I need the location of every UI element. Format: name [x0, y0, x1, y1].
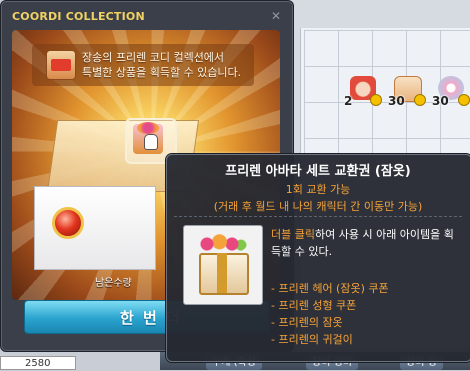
banner-line-2: 특별한 상품을 획득할 수 있습니다.: [82, 66, 242, 79]
coin-icon: [458, 94, 470, 106]
avatar-chest-icon: [193, 233, 251, 295]
banner-text: 장송의 프리렌 코디 컬렉션에서 특별한 상품을 획득할 수 있습니다.: [82, 50, 272, 80]
tooltip-desc-highlight: 더블 클릭: [271, 228, 315, 241]
tooltip-exchange-limit: 1회 교환 가능: [285, 183, 351, 196]
remaining-label: 남은수량: [95, 278, 132, 289]
item-count: 2: [344, 94, 353, 108]
tooltip-title: 프리렌 아바타 세트 교환권 (잠옷): [225, 164, 411, 179]
item-count: 30: [388, 94, 405, 108]
banner-line-1: 장송의 프리렌 코디 컬렉션에서: [82, 51, 225, 64]
red-gem-icon: [52, 207, 84, 239]
coin-icon: [414, 94, 426, 106]
inventory-slot[interactable]: 30: [388, 74, 426, 108]
tooltip-item-list: - 프리렌 헤어 (잠옷) 쿠폰 - 프리렌 성형 쿠폰 - 프리렌의 잠옷 -…: [271, 280, 461, 348]
close-icon[interactable]: ✕: [270, 10, 282, 22]
tooltip-transfer-note: (거래 후 월드 내 나의 캐릭터 간 이동만 가능): [213, 200, 423, 213]
hand-cursor-icon: [144, 134, 158, 150]
list-item: - 프리렌의 잠옷: [271, 316, 343, 329]
inventory-slot[interactable]: 30: [432, 74, 470, 108]
list-item: - 프리렌 헤어 (잠옷) 쿠폰: [271, 282, 389, 295]
list-item: - 프리렌 성형 쿠폰: [271, 299, 357, 312]
list-item: - 프리렌의 귀걸이: [271, 333, 353, 346]
gift-box-icon: [46, 50, 76, 80]
tooltip-divider: [174, 216, 462, 217]
window-title: COORDI COLLECTION: [12, 10, 145, 23]
coin-icon: [370, 94, 382, 106]
tooltip-description: 더블 클릭하여 사용 시 아래 아이템을 획득할 수 있다.: [271, 226, 461, 260]
item-count: 30: [432, 94, 449, 108]
amount-field: 2580: [0, 356, 76, 370]
inventory-slot[interactable]: 2: [344, 74, 382, 108]
